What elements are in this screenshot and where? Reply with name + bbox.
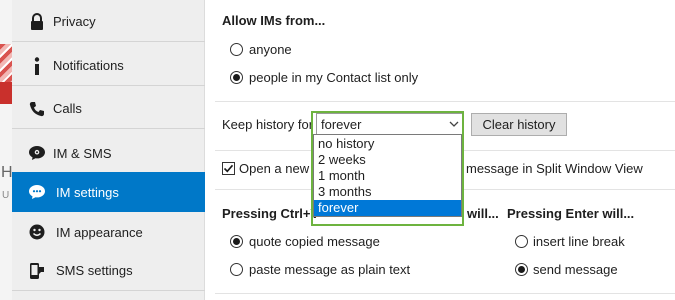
ctrlv-plain-text-label: paste message as plain text xyxy=(249,262,411,277)
keep-history-value: forever xyxy=(321,117,362,132)
sidebar-item-label: IM & SMS xyxy=(53,145,112,161)
sidebar-item-label: Privacy xyxy=(53,14,96,29)
sidebar-item-notifications[interactable]: Notifications xyxy=(12,46,205,86)
chevron-down-icon xyxy=(449,117,459,134)
keep-history-dropdown-list: no history 2 weeks 1 month 3 months fore… xyxy=(313,134,462,217)
keep-history-label: Keep history for xyxy=(222,117,314,132)
chat-bubble-icon xyxy=(27,143,47,163)
allow-anyone-radio[interactable] xyxy=(230,43,243,56)
ctrlv-quote-label: quote copied message xyxy=(249,234,380,249)
sidebar-item-label: Calls xyxy=(53,101,82,116)
history-option[interactable]: 3 months xyxy=(314,184,461,200)
sidebar-item-sms-settings[interactable]: SMS settings xyxy=(12,251,205,291)
sidebar-item-label: IM settings xyxy=(56,184,119,200)
keep-history-select[interactable]: forever xyxy=(316,113,464,135)
allow-ims-header: Allow IMs from... xyxy=(222,13,326,28)
ctrlv-plain-text-radio[interactable] xyxy=(230,263,243,276)
history-option[interactable]: 1 month xyxy=(314,168,461,184)
enter-line-break-radio[interactable] xyxy=(515,235,528,248)
background-banner-fragment xyxy=(0,82,12,104)
chat-settings-icon xyxy=(27,182,47,202)
allow-contacts-only-label: people in my Contact list only xyxy=(249,70,419,85)
enter-send-label: send message xyxy=(533,262,618,277)
lock-icon xyxy=(27,12,47,32)
allow-contacts-only-radio[interactable] xyxy=(230,71,243,84)
settings-sidebar: Privacy Notifications Calls IM & SMS IM … xyxy=(12,0,205,300)
sidebar-item-im-settings[interactable]: IM settings xyxy=(12,172,205,212)
section-divider xyxy=(215,293,675,294)
sidebar-item-label: Notifications xyxy=(53,58,124,73)
background-text-fragment: U xyxy=(2,190,10,201)
background-text-fragment: H xyxy=(1,164,12,181)
smiley-icon xyxy=(27,222,47,242)
history-option[interactable]: no history xyxy=(314,136,461,152)
ctrlv-quote-radio[interactable] xyxy=(230,235,243,248)
split-window-label-continued: message in Split Window View xyxy=(466,161,643,176)
sidebar-item-label: SMS settings xyxy=(56,263,133,278)
enter-header: Pressing Enter will... xyxy=(507,206,635,221)
sidebar-item-calls[interactable]: Calls xyxy=(12,89,205,129)
sidebar-item-label: IM appearance xyxy=(56,224,143,240)
enter-send-radio[interactable] xyxy=(515,263,528,276)
enter-line-break-label: insert line break xyxy=(533,234,625,249)
phone-icon xyxy=(27,99,47,119)
sidebar-item-privacy[interactable]: Privacy xyxy=(12,2,205,42)
history-option-selected[interactable]: forever xyxy=(314,200,461,216)
ctrlv-header: Pressing Ctrl+V xyxy=(222,206,320,221)
clear-history-button[interactable]: Clear history xyxy=(471,113,567,136)
sidebar-item-im-appearance[interactable]: IM appearance xyxy=(12,212,205,252)
split-window-checkbox[interactable] xyxy=(222,162,235,175)
sidebar-item-im-sms[interactable]: IM & SMS xyxy=(12,133,205,173)
allow-anyone-label: anyone xyxy=(249,42,292,57)
history-option[interactable]: 2 weeks xyxy=(314,152,461,168)
sms-phone-icon xyxy=(27,261,47,281)
info-icon xyxy=(27,56,47,76)
ctrlv-header-tail: will... xyxy=(467,206,499,221)
section-divider xyxy=(215,101,675,102)
background-page-strip: H U xyxy=(0,0,12,300)
